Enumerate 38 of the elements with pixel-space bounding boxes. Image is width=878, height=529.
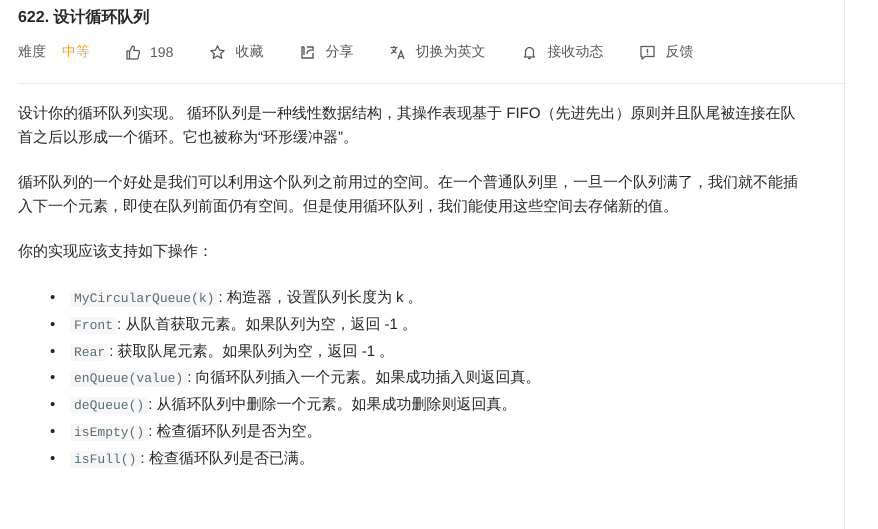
like-button[interactable]: 198 [124, 44, 174, 60]
description-paragraph: 循环队列的一个好处是我们可以利用这个队列之前用过的空间。在一个普通队列里，一旦一个队列满了，我们就不能插入下一个元素，即使在队列前面仍有空间。但是使用循环队列，我们能使用这些空间去存储新的值。 [18, 173, 799, 217]
feedback-icon [639, 44, 656, 60]
inline-code: deQueue() [70, 397, 148, 414]
bullet: • [50, 368, 56, 388]
operation-description: : 从循环队列中删除一个元素。如果成功删除则返回真。 [148, 396, 517, 414]
translate-button[interactable]: 切换为英文 [389, 43, 486, 61]
bullet: • [50, 314, 56, 335]
bullet: • [50, 288, 56, 308]
difficulty-value: 中等 [62, 43, 90, 61]
operation-description: : 获取队尾元素。如果队列为空，返回 -1 。 [109, 342, 394, 360]
inline-code: isFull() [70, 450, 140, 468]
operation-description: : 构造器，设置队列长度为 k 。 [218, 289, 423, 306]
operation-description: : 检查循环队列是否已满。 [140, 450, 314, 467]
share-icon [299, 44, 316, 60]
bell-button[interactable]: 接收动态 [521, 43, 604, 61]
bullet: • [50, 395, 56, 416]
bullet: • [50, 422, 56, 442]
like-icon [124, 44, 141, 60]
star-button[interactable]: 收藏 [209, 43, 264, 61]
inline-code: isEmpty() [70, 424, 148, 441]
bullet: • [50, 342, 56, 362]
star-icon [209, 44, 226, 60]
feedback-button[interactable]: 反馈 [639, 43, 694, 61]
problem-title: 622. 设计循环队列 [18, 8, 150, 28]
operation-description: : 检查循环队列是否为空。 [148, 422, 322, 440]
translate-icon [389, 44, 406, 60]
operation-description: : 从队首获取元素。如果队列为空，返回 -1 。 [117, 316, 418, 333]
share-button[interactable]: 分享 [299, 43, 354, 61]
difficulty-label: 难度 [18, 43, 46, 61]
operation-description: : 向循环队列插入一个元素。如果成功插入则返回真。 [187, 369, 541, 386]
inline-code: Rear [70, 344, 110, 361]
inline-code: Front [70, 316, 118, 334]
description-paragraph: 你的实现应该支持如下操作： [18, 242, 214, 262]
bullet: • [50, 448, 56, 469]
description-paragraph: 设计你的循环队列实现。 循环队列是一种线性数据结构，其操作表现基于 FIFO（先进先出）原则并且队尾被连接在队首之后以形成一个循环。它也被称为“环形缓冲器”。 [18, 104, 796, 148]
inline-code: MyCircularQueue(k) [70, 290, 218, 307]
inline-code: enQueue(value) [70, 370, 188, 388]
